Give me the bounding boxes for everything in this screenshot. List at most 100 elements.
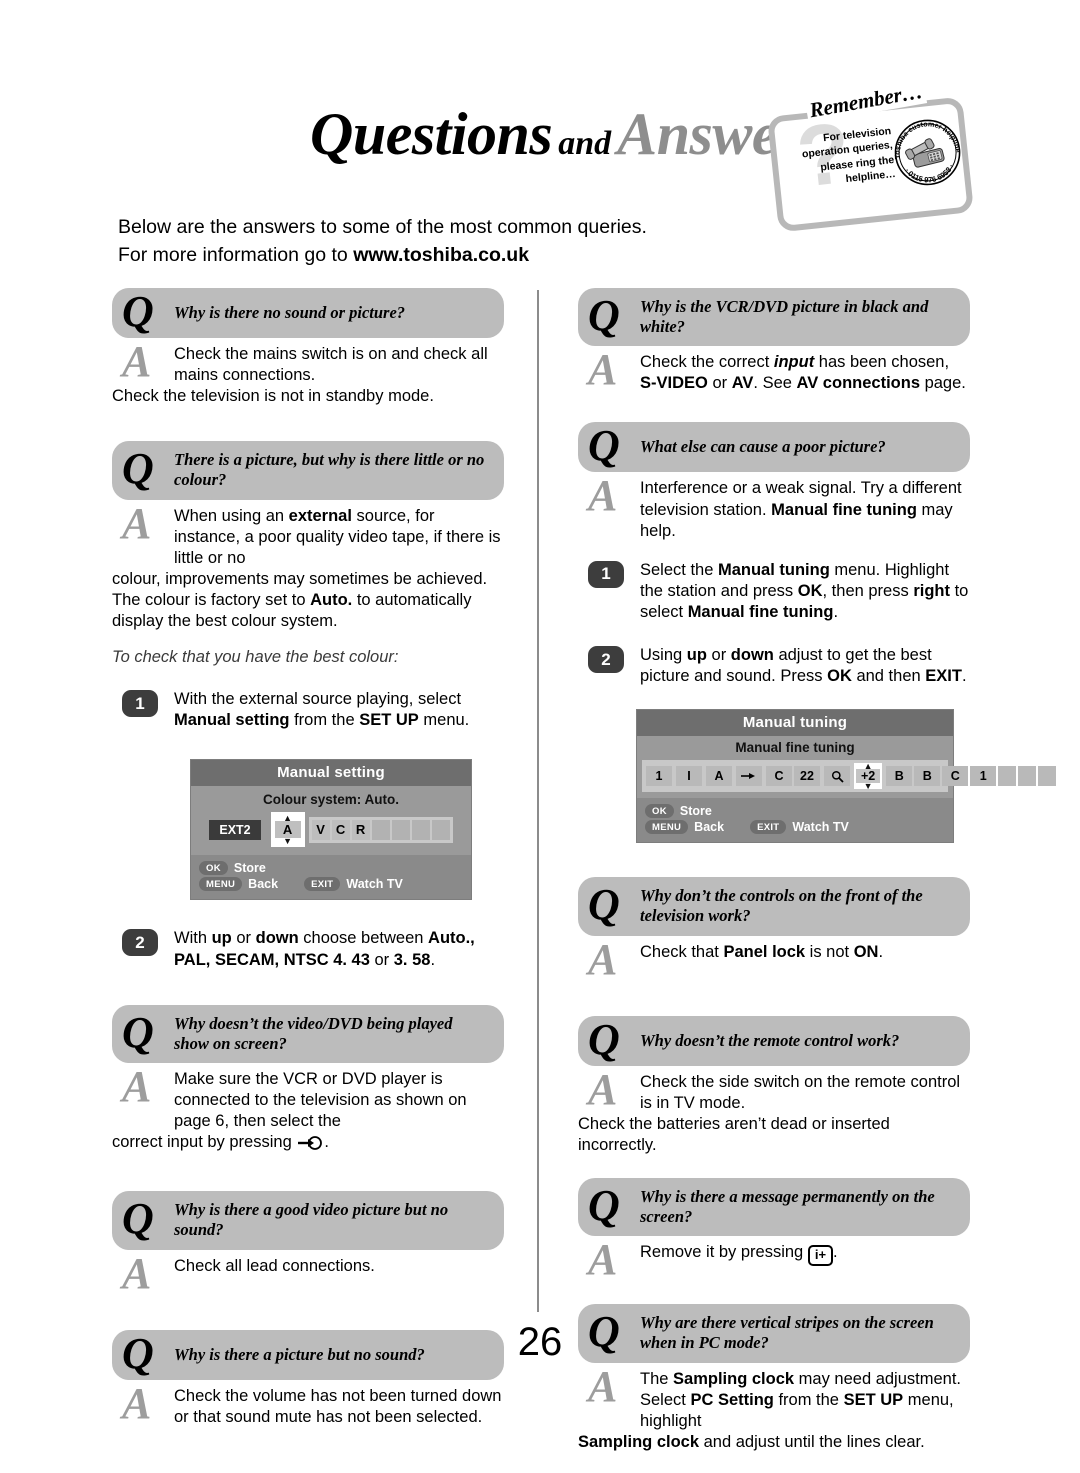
answer-text: Check the volume has not been turned dow… [174, 1386, 502, 1426]
step-text: Select the Manual tuning menu. Highlight… [640, 560, 970, 623]
qa-block-remote-control: Q Why doesn’t the remote control work? A… [578, 1015, 970, 1156]
osd-fine-tune-selected[interactable]: ▲ +2 ▼ [854, 762, 883, 791]
answer-line2-part-3: page. [920, 374, 966, 393]
answer-bold-sampling-clock: Sampling clock [673, 1369, 795, 1388]
osd-tuning-row: 1 I A C 22 ▲ +2 ▼ B B C 1 [642, 760, 1057, 793]
osd-footer-ok-label: Store [233, 861, 266, 876]
osd-source-chip[interactable]: EXT2 [209, 819, 261, 840]
right-column: Q Why is the VCR/DVD picture in black an… [578, 288, 1057, 1453]
osd-footer-menu-label: Back [694, 820, 725, 835]
answer-row: A Check all lead connections. [112, 1250, 504, 1296]
remember-badge: ? Remember… For television operation que… [766, 78, 984, 238]
a-letter-icon: A [588, 1361, 618, 1411]
question-bar: Q Why doesn’t the video/DVD being played… [112, 1004, 504, 1063]
osd-cell[interactable]: V [311, 819, 330, 840]
osd-name-cell-blank[interactable] [1018, 766, 1037, 787]
step-number-badge: 1 [588, 560, 624, 588]
step-part-2: or [231, 929, 256, 948]
osd-cell[interactable]: R [351, 819, 370, 840]
answer-row: A Interference or a weak signal. Try a d… [578, 472, 970, 541]
step-bold-down: down [255, 929, 299, 948]
down-arrow-icon[interactable]: ▼ [283, 837, 292, 846]
question-text: Why is there no sound or picture? [174, 302, 406, 322]
down-arrow-icon[interactable]: ▼ [864, 782, 873, 791]
osd-cell-blank[interactable] [391, 819, 410, 840]
question-text: What else can cause a poor picture? [640, 437, 886, 457]
osd-channel-group: C 22 [766, 766, 820, 787]
osd-cell-blank[interactable] [371, 819, 390, 840]
osd-cell-system[interactable]: I [676, 766, 702, 787]
osd-cell[interactable]: C [331, 819, 350, 840]
q-letter-icon: Q [122, 287, 154, 337]
osd-name-cell[interactable]: B [914, 766, 941, 787]
answer-text: When using an external source, for insta… [174, 506, 504, 569]
right-arrow-icon[interactable] [736, 766, 762, 787]
answer-text: Make sure the VCR or DVD player is conne… [174, 1069, 467, 1131]
question-text: Why is there a message permanently on th… [640, 1187, 935, 1227]
answer-overflow-text: Sampling clock and adjust until the line… [578, 1432, 970, 1453]
answer-prefix: Remove it by pressing [640, 1243, 808, 1262]
q-letter-icon: Q [122, 444, 154, 494]
q-letter-icon: Q [588, 291, 620, 341]
osd-subtitle: Colour system: Auto. [262, 792, 399, 808]
osd-name-cell[interactable]: B [886, 766, 913, 787]
a-letter-icon: A [122, 1061, 152, 1111]
osd-cell-colour[interactable]: A [706, 766, 732, 787]
magnifier-icon[interactable] [824, 766, 850, 787]
osd-selected-field[interactable]: ▲ A ▼ [270, 812, 305, 848]
answer-row: A Check the volume has not been turned d… [112, 1380, 504, 1428]
question-bar: Q What else can cause a poor picture? [578, 422, 970, 473]
qa-block-video-dvd-not-showing: Q Why doesn’t the video/DVD being played… [112, 1004, 504, 1158]
osd-channel-prefix[interactable]: C [766, 766, 792, 787]
stamp-bottom-text: · 0115 976 6958 · [902, 162, 957, 187]
step-text: With up or down choose between Auto., PA… [174, 928, 504, 970]
answer-text: Check the side switch on the remote cont… [640, 1072, 961, 1112]
question-text: Why doesn’t the video/DVD being played s… [174, 1013, 453, 1053]
osd-footer-ok-label: Store [679, 804, 712, 819]
q-letter-icon: Q [122, 1194, 154, 1244]
question-text: Why doesn’t the remote control work? [640, 1030, 900, 1050]
osd-channel-number[interactable]: 22 [794, 766, 820, 787]
answer-text: Check the correct input has been chosen,… [640, 352, 970, 394]
step-part-5: . [961, 667, 967, 686]
osd-name-cell[interactable]: 1 [970, 766, 997, 787]
step-bold-right: right [913, 581, 950, 600]
qa-block-poor-picture: Q What else can cause a poor picture? A … [578, 422, 970, 541]
a-letter-icon: A [122, 1378, 152, 1428]
qa-block-no-sound-or-picture: Q Why is there no sound or picture? A Ch… [112, 288, 504, 407]
ok-key-icon: OK [199, 861, 228, 876]
page-header: Questions and Answers ? Remember… For tele… [0, 0, 1080, 233]
a-letter-icon: A [588, 471, 618, 521]
intro-line-2: For more information go to www.toshiba.c… [118, 242, 678, 270]
osd-cell-blank[interactable] [431, 819, 450, 840]
step-part-1: Using [640, 646, 687, 665]
osd-title: Manual tuning [637, 710, 953, 737]
step-text: Using up or down adjust to get the best … [640, 645, 970, 687]
answer-bold-av-connections: AV connections [796, 374, 920, 393]
osd-footer-nav: MENU Back EXIT Watch TV [645, 820, 945, 835]
answer-row: A Check the mains switch is on and check… [112, 338, 504, 386]
question-bar: Q Why is there a good video picture but … [112, 1191, 504, 1250]
step-part-4: and then [851, 667, 926, 686]
osd-manual-setting: Manual setting Colour system: Auto. EXT2… [190, 759, 504, 901]
osd-name-cell-blank[interactable] [1038, 766, 1057, 787]
step-text: With the external source playing, select… [174, 689, 504, 731]
answer-bold-svideo: S-VIDEO [640, 374, 708, 393]
osd-cell-blank[interactable] [411, 819, 430, 840]
qa-block-black-and-white: Q Why is the VCR/DVD picture in black an… [578, 288, 970, 394]
intro-line-1: Below are the answers to some of the mos… [118, 216, 647, 238]
osd-name-cell[interactable]: C [942, 766, 969, 787]
osd-name-cell-blank[interactable] [998, 766, 1017, 787]
answer-bold-pc-setting: PC Setting [690, 1390, 774, 1409]
step-part-3: menu. [418, 711, 470, 730]
step-part-2: from the [289, 711, 360, 730]
osd-manual-tuning: Manual tuning Manual fine tuning 1 I A C… [636, 709, 1057, 844]
answer-overflow-text: correct input by pressing . [112, 1132, 504, 1157]
osd-cell-program[interactable]: 1 [646, 766, 672, 787]
question-text: Why is there a good video picture but no… [174, 1200, 449, 1240]
step-bold-up: up [686, 646, 707, 665]
a-letter-icon: A [588, 1064, 618, 1114]
step-part-5: . [833, 603, 839, 622]
step-bold-manual-fine-tuning: Manual fine tuning [687, 603, 834, 622]
step-part-3: , then press [822, 581, 914, 600]
